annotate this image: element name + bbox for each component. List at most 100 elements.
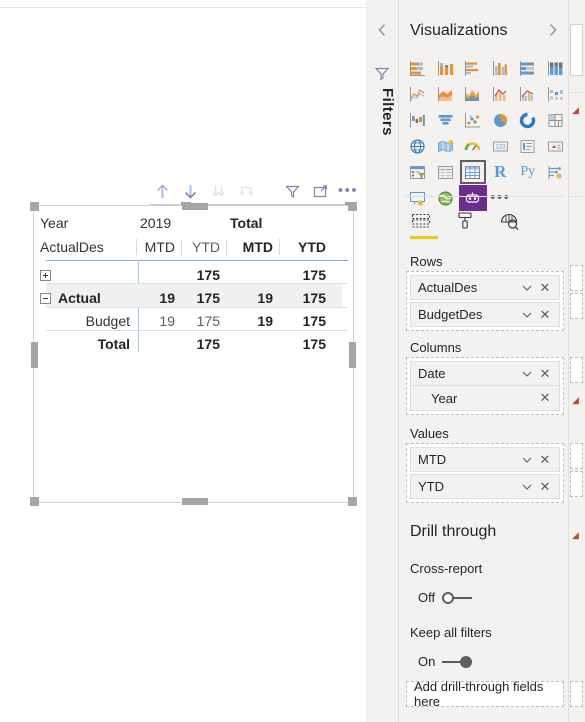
field-chip-ytd[interactable]: YTD ✕ — [410, 474, 560, 499]
remove-field-icon[interactable]: ✕ — [538, 453, 552, 467]
filter-icon[interactable] — [374, 66, 390, 82]
expand-plus-icon[interactable] — [40, 270, 51, 282]
go-to-next-level-icon[interactable] — [234, 180, 258, 202]
stacked-bar-chart-icon[interactable] — [404, 55, 432, 81]
keep-all-filters-toggle[interactable]: On — [418, 654, 473, 669]
clustered-column-chart-icon[interactable] — [487, 55, 515, 81]
field-chip-date[interactable]: Date ✕ — [410, 361, 560, 386]
chevron-down-icon[interactable] — [520, 281, 534, 295]
bucket-well-rows[interactable]: ActualDes ✕ BudgetDes ✕ — [406, 271, 564, 331]
table-icon[interactable] — [432, 159, 460, 185]
waterfall-chart-icon[interactable] — [404, 107, 432, 133]
report-canvas[interactable]: ••• Year 2019 Total ActualDes MTD YTD MT… — [0, 0, 366, 722]
ribbon-chart-icon[interactable] — [542, 81, 570, 107]
remove-field-icon[interactable]: ✕ — [538, 367, 552, 381]
stacked-column-chart-icon[interactable] — [432, 55, 460, 81]
filter-icon[interactable] — [280, 180, 304, 202]
toggle-track[interactable] — [442, 591, 473, 604]
matrix-cell-ytd-total: 175 — [302, 335, 326, 352]
drill-up-icon[interactable] — [150, 180, 174, 202]
slicer-icon[interactable] — [404, 159, 432, 185]
analytics-tab[interactable] — [492, 207, 526, 235]
visualizations-pane-tabs[interactable] — [404, 207, 569, 241]
funnel-chart-icon[interactable] — [432, 107, 460, 133]
table-row[interactable]: Total 175 175 — [40, 332, 348, 355]
resize-handle-right[interactable] — [349, 342, 356, 368]
pie-chart-icon[interactable] — [487, 107, 515, 133]
python-visual-icon[interactable]: Py — [514, 159, 542, 185]
focus-mode-icon[interactable] — [308, 180, 332, 202]
matrix-icon[interactable] — [459, 159, 487, 185]
matrix-visual-container[interactable]: Year 2019 Total ActualDes MTD YTD MTD YT… — [30, 202, 357, 506]
kpi-icon[interactable] — [542, 133, 570, 159]
field-chip-budgetdes[interactable]: BudgetDes ✕ — [410, 302, 560, 327]
remove-field-icon[interactable]: ✕ — [538, 281, 552, 295]
filters-pane-title[interactable]: Filters — [368, 88, 396, 136]
line-stacked-column-chart-icon[interactable] — [487, 81, 515, 107]
chevron-down-icon[interactable] — [520, 453, 534, 467]
filters-pane-collapsed[interactable]: Filters — [366, 0, 399, 722]
remove-field-icon[interactable]: ✕ — [538, 308, 552, 322]
collapse-minus-icon[interactable] — [40, 293, 51, 305]
field-chip-label: ActualDes — [418, 280, 478, 295]
drill-through-title: Drill through — [410, 523, 497, 540]
right-strip-marker-1: ◢ — [572, 105, 579, 115]
resize-handle-top-right[interactable] — [348, 202, 357, 211]
field-chip-mtd[interactable]: MTD ✕ — [410, 447, 560, 472]
bucket-label-values: Values — [410, 426, 449, 441]
r-script-visual-icon[interactable]: R — [487, 159, 515, 185]
matrix-header-row-top: Year 2019 Total — [40, 211, 348, 235]
chevron-down-icon[interactable] — [520, 367, 534, 381]
matrix-table[interactable]: Year 2019 Total ActualDes MTD YTD MTD YT… — [40, 211, 348, 355]
multi-row-card-icon[interactable] — [514, 133, 542, 159]
resize-handle-top[interactable] — [182, 203, 208, 210]
matrix-row-expander-cell[interactable] — [40, 267, 136, 283]
filters-collapse-chevron-icon[interactable] — [374, 22, 390, 38]
card-icon[interactable]: 123 — [487, 133, 515, 159]
area-chart-icon[interactable] — [432, 81, 460, 107]
line-chart-icon[interactable] — [404, 81, 432, 107]
chevron-down-icon[interactable] — [520, 308, 534, 322]
100-stacked-column-chart-icon[interactable] — [542, 55, 570, 81]
resize-handle-left[interactable] — [31, 342, 38, 368]
stacked-area-chart-icon[interactable] — [459, 81, 487, 107]
remove-field-icon[interactable]: ✕ — [538, 480, 552, 494]
table-row[interactable]: Actual 19 175 19 175 — [40, 286, 348, 309]
visualizations-expand-chevron-icon[interactable] — [544, 22, 560, 38]
expand-all-icon[interactable] — [206, 180, 230, 202]
gauge-icon[interactable] — [459, 133, 487, 159]
fields-tab[interactable] — [404, 207, 438, 235]
format-tab[interactable] — [448, 207, 482, 235]
resize-handle-bottom[interactable] — [182, 498, 208, 505]
table-row[interactable]: Budget 19 175 19 175 — [40, 309, 348, 332]
remove-field-icon[interactable]: ✕ — [538, 391, 552, 405]
drill-down-icon[interactable] — [178, 180, 202, 202]
field-chip-year[interactable]: Year ✕ — [410, 386, 560, 411]
map-icon[interactable] — [404, 133, 432, 159]
bucket-well-values[interactable]: MTD ✕ YTD ✕ — [406, 443, 564, 503]
line-clustered-column-chart-icon[interactable] — [514, 81, 542, 107]
scatter-chart-icon[interactable] — [459, 107, 487, 133]
toggle-track[interactable] — [442, 655, 473, 668]
bucket-well-columns[interactable]: Date ✕ Year ✕ — [406, 357, 564, 415]
clustered-bar-chart-icon[interactable] — [459, 55, 487, 81]
matrix-row-collapse-cell[interactable]: Actual — [40, 290, 136, 306]
visualization-type-gallery[interactable]: 123 R Py ••• — [404, 55, 569, 211]
toggle-knob[interactable] — [460, 655, 473, 668]
donut-chart-icon[interactable] — [514, 107, 542, 133]
chevron-down-icon[interactable] — [520, 480, 534, 494]
resize-handle-bottom-left[interactable] — [30, 497, 39, 506]
field-chip-actualdes[interactable]: ActualDes ✕ — [410, 275, 560, 300]
key-influencers-icon[interactable] — [542, 159, 570, 185]
resize-handle-top-left[interactable] — [30, 202, 39, 211]
treemap-icon[interactable] — [542, 107, 570, 133]
cross-report-toggle[interactable]: Off — [418, 590, 473, 605]
drill-through-fields-dropzone[interactable]: Add drill-through fields here — [406, 679, 564, 709]
resize-handle-bottom-right[interactable] — [348, 497, 357, 506]
100-stacked-bar-chart-icon[interactable] — [514, 55, 542, 81]
toggle-knob[interactable] — [442, 591, 455, 604]
visual-header-toolbar[interactable]: ••• — [150, 180, 357, 206]
filled-map-icon[interactable] — [432, 133, 460, 159]
table-row[interactable]: 175 175 — [40, 263, 348, 286]
more-options-icon[interactable]: ••• — [336, 180, 360, 202]
